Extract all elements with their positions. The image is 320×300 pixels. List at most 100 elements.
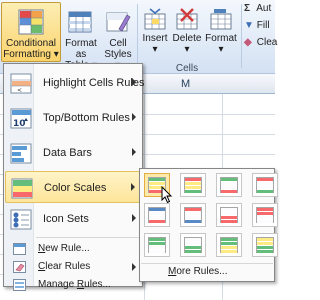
menu-item-data-bars[interactable]: Data Bars [5, 137, 141, 169]
top-bottom-rules-icon: 10 [10, 108, 32, 129]
color-scale-band [149, 182, 165, 185]
clear-button[interactable]: ◆ Clea [244, 34, 277, 51]
color-scale-tile[interactable] [252, 203, 278, 227]
autosum-button[interactable]: Σ Aut [244, 0, 275, 17]
more-rules-link[interactable]: More Rules... [168, 266, 227, 277]
color-scale-tile[interactable] [216, 203, 242, 227]
color-scale-tile[interactable] [180, 203, 206, 227]
chevron-down-icon: ▾ [53, 49, 59, 60]
color-scale-swatch [256, 207, 274, 223]
menu-item-top-bottom-rules[interactable]: 10 Top/Bottom Rules [5, 102, 141, 134]
submenu-arrow-icon [132, 148, 136, 156]
color-scales-icon [11, 178, 33, 199]
color-scale-swatch [148, 207, 166, 223]
color-scale-tile[interactable] [252, 233, 278, 257]
color-scale-swatch [256, 177, 274, 193]
conditional-formatting-button[interactable]: Conditional Formatting ▾ [1, 2, 61, 62]
new-rule-icon [13, 243, 26, 255]
menu-item-label: Icon Sets [43, 213, 89, 225]
color-scale-tile[interactable] [216, 173, 242, 197]
color-scale-swatch [184, 237, 202, 253]
color-scale-band [221, 220, 237, 223]
color-scale-band [185, 190, 201, 193]
color-scale-band [257, 212, 273, 215]
format-cells-icon [210, 9, 232, 30]
color-scale-swatch [184, 177, 202, 193]
manage-rules-icon [13, 279, 26, 291]
color-scale-swatch [220, 237, 238, 253]
color-scale-band [149, 216, 165, 219]
color-scale-tile[interactable] [180, 173, 206, 197]
mouse-pointer-icon [161, 186, 173, 204]
color-scale-band [149, 238, 165, 241]
svg-text:10: 10 [13, 119, 26, 129]
editing-group: Σ Aut ▼ Fill ◆ Clea [244, 0, 277, 51]
color-scale-band [221, 190, 237, 193]
color-scale-band [149, 220, 165, 223]
color-scale-band [257, 242, 273, 245]
color-scale-band [185, 250, 201, 253]
color-scale-band [185, 246, 201, 249]
menu-item-manage-rules[interactable]: Manage Rules... [5, 276, 141, 294]
menu-item-label: Highlight Cells Rules [43, 77, 145, 89]
color-scale-band [257, 182, 273, 185]
color-scale-band [257, 238, 273, 241]
color-scale-band [257, 208, 273, 211]
color-scale-tile[interactable] [252, 173, 278, 197]
format-label: Format [205, 33, 237, 44]
conditional-formatting-label-2: Formatting ▾ [3, 49, 59, 60]
color-scale-band [221, 246, 237, 249]
color-scale-band [185, 242, 201, 245]
cell-styles-label-1: Cell [109, 38, 127, 49]
color-scale-band [149, 242, 165, 245]
data-bars-icon [10, 143, 32, 164]
menu-item-highlight-cells-rules[interactable]: < Highlight Cells Rules [5, 67, 145, 99]
delete-button[interactable]: Delete ▾ [171, 2, 203, 62]
color-scale-swatch [220, 207, 238, 223]
format-as-table-icon [68, 11, 92, 33]
column-header-m[interactable]: M [181, 78, 190, 90]
menu-separator [36, 237, 140, 238]
submenu-arrow-icon [132, 78, 136, 86]
delete-label: Delete [172, 33, 202, 44]
delete-cells-icon [176, 8, 198, 30]
color-scale-tile[interactable] [144, 233, 170, 257]
color-scale-band [221, 178, 237, 181]
color-scale-band [257, 186, 273, 189]
svg-text:<: < [17, 87, 22, 94]
color-scale-band [221, 182, 237, 185]
cell-styles-icon [106, 12, 131, 32]
menu-item-clear-rules[interactable]: Clear Rules [5, 258, 141, 276]
menu-item-label: Clear Rules [38, 261, 91, 272]
color-scale-band [185, 212, 201, 215]
menu-separator [141, 263, 273, 264]
color-scale-band [185, 182, 201, 185]
insert-button[interactable]: Insert ▾ [140, 2, 170, 62]
insert-label: Insert [142, 33, 168, 44]
color-scale-tile[interactable] [180, 233, 206, 257]
menu-item-icon-sets[interactable]: Icon Sets [5, 203, 141, 235]
color-scale-band [149, 246, 165, 249]
color-scale-tile[interactable] [144, 203, 170, 227]
format-as-table-label-1: Format [65, 38, 97, 49]
insert-cells-icon [144, 8, 166, 30]
color-scale-swatch [148, 237, 166, 253]
cell-styles-button[interactable]: Cell Styles ▾ [102, 2, 134, 71]
conditional-formatting-icon [18, 9, 44, 35]
color-scale-band [185, 186, 201, 189]
conditional-formatting-label-1: Conditional [5, 38, 57, 49]
color-scale-band [185, 216, 201, 219]
color-scale-band [257, 178, 273, 181]
menu-item-color-scales[interactable]: Color Scales [5, 171, 141, 203]
fill-button[interactable]: ▼ Fill [244, 17, 275, 34]
menu-item-new-rule[interactable]: New Rule... [5, 240, 141, 258]
format-button[interactable]: Format ▾ [203, 2, 239, 62]
format-as-table-button[interactable]: Format as Table ▾ [63, 2, 99, 71]
color-scale-band [257, 216, 273, 219]
color-scale-band [257, 220, 273, 223]
color-scale-band [185, 220, 201, 223]
color-scale-tile[interactable] [216, 233, 242, 257]
menu-item-label: Data Bars [43, 147, 92, 159]
conditional-formatting-menu: < Highlight Cells Rules 10 Top/Bottom Ru… [3, 63, 145, 291]
format-chevron-icon: ▾ [218, 44, 224, 55]
